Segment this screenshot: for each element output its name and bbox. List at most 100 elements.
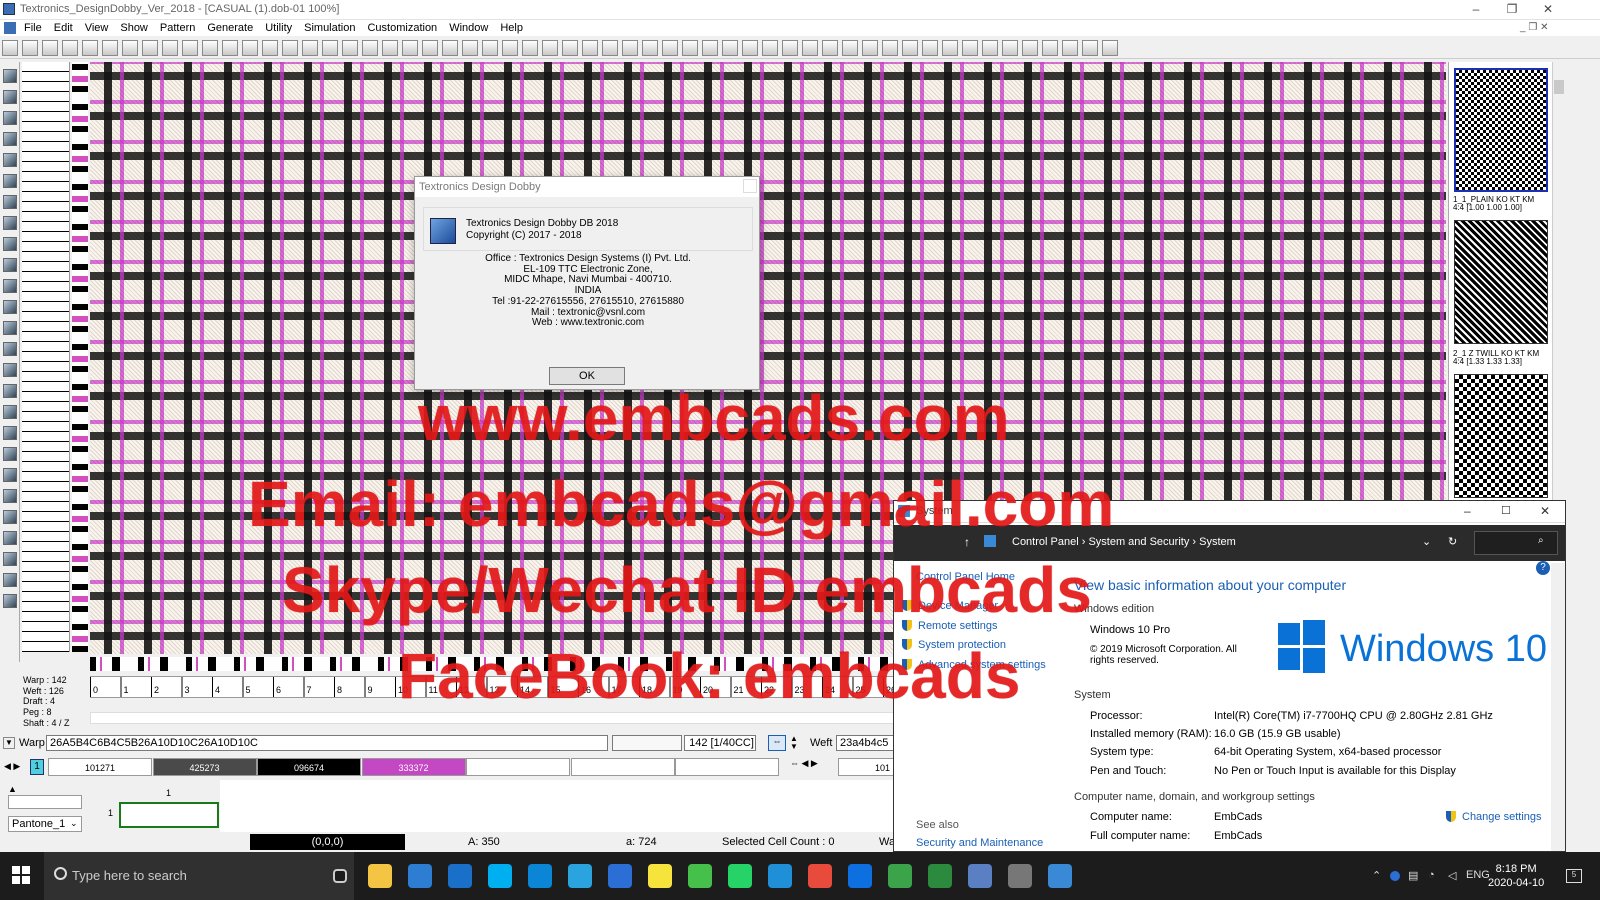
left-tool-icon[interactable] — [3, 510, 17, 524]
toolbar-tool-icon[interactable] — [102, 40, 118, 56]
warp-blank-field[interactable] — [612, 735, 682, 751]
whatsapp-icon[interactable] — [728, 864, 752, 888]
left-tool-icon[interactable] — [3, 237, 17, 251]
weft-swatch[interactable]: 101 — [838, 758, 895, 776]
toolbar-tool-icon[interactable] — [362, 40, 378, 56]
left-tool-icon[interactable] — [3, 258, 17, 272]
dialog-close-button[interactable] — [743, 179, 757, 193]
sys-close-button[interactable]: ✕ — [1540, 504, 1550, 518]
restore-button[interactable]: ❐ — [1494, 0, 1530, 20]
toolbar-tool-icon[interactable] — [902, 40, 918, 56]
control-panel-icon[interactable] — [1048, 864, 1072, 888]
tray-chevron-icon[interactable]: ⌃ — [1372, 869, 1381, 882]
toolbar-tool-icon[interactable] — [762, 40, 778, 56]
left-tool-icon[interactable] — [3, 111, 17, 125]
system-scrollbar[interactable] — [1551, 563, 1565, 851]
chevron-down-icon[interactable]: ⌄ — [1422, 535, 1431, 548]
toolbar-tool-icon[interactable] — [562, 40, 578, 56]
left-tool-icon[interactable] — [3, 342, 17, 356]
toolbar-tool-icon[interactable] — [1062, 40, 1078, 56]
toolbar-tool-icon[interactable] — [602, 40, 618, 56]
toolbar-tool-icon[interactable] — [222, 40, 238, 56]
weft-sequence-input[interactable]: 23a4b4c5 — [836, 735, 895, 751]
toolbar-tool-icon[interactable] — [622, 40, 638, 56]
menu-simulation[interactable]: Simulation — [298, 20, 361, 36]
toolbar-tool-icon[interactable] — [582, 40, 598, 56]
updown-icon[interactable]: ▲ ▼ — [790, 735, 802, 751]
toolbar-tool-icon[interactable] — [202, 40, 218, 56]
windows-start-icon[interactable] — [12, 866, 30, 884]
collapse-icon[interactable]: ▲ — [8, 784, 17, 794]
left-tool-icon[interactable] — [3, 279, 17, 293]
sys-minimize-button[interactable]: – — [1464, 504, 1471, 518]
skype-icon[interactable] — [488, 864, 512, 888]
left-tool-icon[interactable] — [3, 153, 17, 167]
task-view-icon[interactable] — [333, 869, 347, 883]
palette-swatch[interactable] — [570, 758, 675, 776]
warp-sequence-input[interactable]: 26A5B4C6B4C5B26A10D10C26A10D10C — [46, 735, 608, 751]
toolbar-tool-icon[interactable] — [682, 40, 698, 56]
file-explorer-icon[interactable] — [368, 864, 392, 888]
left-tool-icon[interactable] — [3, 468, 17, 482]
palette-swatch[interactable] — [675, 758, 779, 776]
toolbar-tool-icon[interactable] — [822, 40, 838, 56]
left-tool-icon[interactable] — [3, 216, 17, 230]
kakaotalk-icon[interactable] — [648, 864, 672, 888]
toolbar-tool-icon[interactable] — [282, 40, 298, 56]
left-tool-icon[interactable] — [3, 300, 17, 314]
left-tool-icon[interactable] — [3, 531, 17, 545]
toolbar-tool-icon[interactable] — [462, 40, 478, 56]
toolbar-tool-icon[interactable] — [1002, 40, 1018, 56]
left-tool-icon[interactable] — [3, 405, 17, 419]
weave-twill-thumbnail[interactable] — [1454, 220, 1548, 344]
toolbar-tool-icon[interactable] — [162, 40, 178, 56]
menu-edit[interactable]: Edit — [48, 20, 79, 36]
menu-utility[interactable]: Utility — [259, 20, 298, 36]
left-tool-icon[interactable] — [3, 69, 17, 83]
toolbar-tool-icon[interactable] — [262, 40, 278, 56]
toolbar-tool-icon[interactable] — [922, 40, 938, 56]
menu-file[interactable]: File — [18, 20, 48, 36]
color-name-field[interactable] — [8, 795, 82, 809]
taskbar-clock[interactable]: 8:18 PM 2020-04-10 — [1488, 862, 1544, 890]
scrollbar-thumb[interactable] — [1554, 80, 1564, 94]
skype-alt-icon[interactable] — [528, 864, 552, 888]
security-maintenance-link[interactable]: Security and Maintenance — [916, 837, 1043, 849]
toolbar-tool-icon[interactable] — [942, 40, 958, 56]
menu-generate[interactable]: Generate — [201, 20, 259, 36]
left-tool-icon[interactable] — [3, 363, 17, 377]
telegram-icon[interactable] — [568, 864, 592, 888]
canvas-hscroll[interactable] — [90, 712, 895, 724]
toolbar-tool-icon[interactable] — [742, 40, 758, 56]
toolbar-tool-icon[interactable] — [802, 40, 818, 56]
teamviewer-icon[interactable] — [848, 864, 872, 888]
left-tool-icon[interactable] — [3, 594, 17, 608]
notification-icon[interactable]: 5 — [1566, 869, 1582, 883]
toolbar-tool-icon[interactable] — [342, 40, 358, 56]
toolbar-tool-icon[interactable] — [382, 40, 398, 56]
left-tool-icon[interactable] — [3, 489, 17, 503]
menu-show[interactable]: Show — [114, 20, 154, 36]
sys-maximize-button[interactable]: ☐ — [1501, 504, 1511, 517]
menu-view[interactable]: View — [79, 20, 115, 36]
palette-controls[interactable]: ⇔ ◀ ▶ — [790, 758, 830, 776]
wechat-icon[interactable] — [688, 864, 712, 888]
change-settings-link[interactable]: Change settings — [1446, 811, 1542, 823]
edge-icon[interactable] — [768, 864, 792, 888]
camtasia-icon[interactable] — [888, 864, 912, 888]
left-tool-icon[interactable] — [3, 90, 17, 104]
weave-panel-scrollbar[interactable] — [1552, 62, 1566, 502]
toolbar-tool-icon[interactable] — [542, 40, 558, 56]
wifi-icon[interactable]: ◔ — [1428, 869, 1435, 881]
palette-swatch[interactable]: 425273 — [152, 758, 257, 776]
menu-help[interactable]: Help — [494, 20, 529, 36]
toolbar-tool-icon[interactable] — [62, 40, 78, 56]
mail-icon[interactable] — [448, 864, 472, 888]
select-chevron-icon[interactable]: ⌄ — [70, 818, 78, 829]
mdi-controls[interactable]: _ ❐ ✕ — [1520, 22, 1590, 34]
palette-active-index[interactable]: 1 — [30, 759, 44, 775]
taskbar-search-input[interactable]: Type here to search — [44, 852, 354, 900]
dropdown-arrow-icon[interactable]: ▼ — [3, 737, 15, 749]
palette-nav-arrows[interactable]: ◀ ▶ — [4, 761, 20, 772]
toolbar-tool-icon[interactable] — [722, 40, 738, 56]
